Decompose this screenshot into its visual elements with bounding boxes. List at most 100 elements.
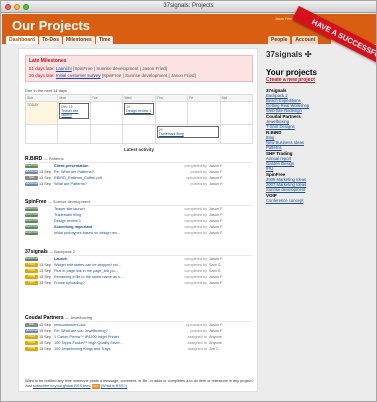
calendar-cell — [219, 124, 254, 144]
activity-action: posted by — [190, 329, 207, 333]
your-projects-heading: Your projects — [266, 68, 317, 77]
late-milestone-link[interactable]: Launch! — [56, 66, 72, 71]
calendar-milestone-link[interactable]: Teaser site launch — [61, 109, 86, 117]
calendar-cell: 20 Design review 1 — [122, 101, 156, 126]
sidebar-project-link[interactable]: Web Site Redesign — [266, 108, 374, 113]
activity-action: completed by — [184, 263, 207, 267]
sidebar-project-link[interactable]: Conference concept — [266, 198, 374, 203]
tab-milestones[interactable]: Milestones — [62, 36, 95, 44]
activity-action: assigned to — [187, 335, 207, 339]
late-days: 51 days late: — [29, 66, 55, 71]
tab-dashboard[interactable]: Dashboard — [6, 36, 39, 44]
activity-link[interactable]: 100 Jewelboxing Kings and Trays — [54, 347, 172, 351]
tab-people[interactable]: People — [268, 36, 291, 44]
activity-author: Jason F. — [209, 257, 224, 261]
type-badge: FILE — [25, 323, 38, 327]
type-badge: TODO — [25, 275, 38, 279]
activity-action: completed by — [184, 225, 207, 229]
calendar-cell — [24, 124, 59, 144]
activity-link[interactable]: Re: What are you Jewelboxing? — [54, 329, 172, 333]
activity-action: completed by — [184, 275, 207, 279]
activity-date: 15 Sep — [39, 347, 52, 351]
type-badge: TODO — [25, 263, 38, 267]
group-name[interactable]: SpinFree — [25, 199, 46, 205]
activity-link[interactable]: Re: What are Patterns? — [54, 170, 172, 174]
activity-date: 13 Sep — [39, 263, 52, 267]
activity-date: 13 Sep — [39, 275, 52, 279]
group-heading: SpinFree — Sunrise development — [25, 199, 253, 206]
type-badge: TODO — [25, 269, 38, 273]
activity-link[interactable]: 1 Canon Pixma™ iP4200 Inkjet Printer — [54, 335, 172, 339]
activity-date: 15 Sep — [39, 323, 52, 327]
activity-link[interactable]: Initial prototypes based on design rev..… — [54, 231, 172, 235]
group-heading: R.BIRD — Patterns — [25, 156, 253, 163]
sidebar-project-link[interactable]: IRU — [266, 166, 374, 171]
calendar-day-header: Thu — [154, 93, 189, 103]
dashboard-main: Late Milestones 51 days late: Launch! [S… — [18, 48, 258, 392]
activity-link[interactable]: Client presentation — [54, 164, 172, 168]
activity-link[interactable]: What are Patterns? — [54, 182, 172, 186]
calendar-cell: Dec 18 Teaser site launch — [57, 101, 91, 126]
activity-group-37signals: 37signals — Backpack 2 MILESTONE Launch co… — [25, 249, 253, 286]
activity-link[interactable]: Something important — [54, 225, 172, 229]
create-project-link[interactable]: Create a new project — [266, 77, 315, 83]
rss-icon[interactable]: RSS — [91, 384, 100, 389]
browser-window: 37signals: Projects Our Projects Jason F… — [0, 0, 377, 402]
group-name[interactable]: R.BIRD — [25, 156, 42, 162]
rss-notice: Want to be notified any time someone pos… — [25, 379, 255, 389]
activity-author: Sam S. — [209, 269, 222, 273]
activity-action: uploaded by — [186, 323, 207, 327]
sidebar-project-link[interactable]: Sunrise development — [266, 187, 374, 192]
calendar-milestone-link[interactable]: Trademark filing — [159, 132, 217, 136]
type-badge: MILESTONE — [25, 207, 40, 211]
type-badge: MILESTONE — [25, 213, 40, 217]
activity-author: Anyone — [209, 335, 222, 339]
activity-link[interactable]: Renaming a file to the same name as s... — [54, 275, 172, 279]
type-badge: MILESTONE — [25, 164, 40, 168]
activity-author: Jason F. — [209, 231, 224, 235]
tab-time[interactable]: Time — [95, 36, 114, 44]
activity-link[interactable]: newcustomers.doc — [54, 323, 172, 327]
sidebar-project-link[interactable]: Patterns — [266, 145, 374, 150]
calendar-cell-today: TODAY — [24, 101, 59, 126]
activity-row: TODO 15 Sep 100 Jewelboxing Kings and Tray… — [25, 346, 253, 352]
activity-author: Jason F. — [209, 329, 224, 333]
type-badge: MILESTONE — [25, 225, 40, 229]
activity-action: completed by — [184, 257, 207, 261]
activity-link[interactable]: RBIRD_Patterns_Coffee.pdf — [54, 176, 172, 180]
activity-action: completed by — [184, 164, 207, 168]
type-badge: MESSAGE — [25, 182, 38, 186]
activity-author: Jason F. — [209, 176, 224, 180]
tab-todos[interactable]: To-Dos — [39, 36, 62, 44]
activity-author: Jason F. — [209, 182, 224, 186]
activity-author: Jim C. — [209, 347, 220, 351]
activity-link[interactable]: Plus in page link in the page_link po... — [54, 269, 172, 273]
latest-activity-heading: Latest activity — [123, 147, 154, 152]
rss-help-link[interactable]: (What is RSS?) — [101, 384, 127, 388]
rss-subscribe-link[interactable]: subscribe to your global RSS feed — [33, 384, 90, 388]
activity-author: Jason F. — [209, 207, 224, 211]
activity-link[interactable]: Teaser site launch — [54, 207, 172, 211]
activity-action: completed by — [184, 213, 207, 217]
group-name[interactable]: Coudal Partners — [25, 315, 64, 321]
sidebar-project-link[interactable]: T-Shirt Designs — [266, 124, 374, 129]
activity-link[interactable]: Trademark filing — [54, 213, 172, 217]
activity-link[interactable]: Frame uploading? — [54, 281, 172, 285]
late-milestone-link[interactable]: Initial customer survey — [56, 73, 101, 78]
window-title: 37signals: Projects — [163, 3, 214, 9]
calendar-cell — [187, 101, 221, 126]
tab-account[interactable]: Account — [292, 36, 319, 44]
calendar-day-header: Tue — [89, 93, 124, 103]
due-soon-heading: Due in the next 14 days — [25, 88, 68, 93]
activity-author: Jason F. — [209, 281, 224, 285]
group-name[interactable]: 37signals — [25, 249, 48, 255]
calendar-cell — [154, 101, 189, 126]
calendar-milestone-link[interactable]: Design review 1 — [126, 109, 151, 113]
late-days: 30 days late: — [29, 73, 55, 78]
activity-link[interactable]: Widget edit states can be dropped onl... — [54, 263, 172, 267]
activity-link[interactable]: Design review 1 — [54, 219, 172, 223]
type-badge: TODO — [25, 341, 38, 345]
activity-link[interactable]: 100 Topps Fuskin™ High Quality Silver... — [54, 341, 172, 345]
activity-group-spinfree: SpinFree — Sunrise development MILESTONE… — [25, 199, 253, 236]
activity-link[interactable]: Launch — [54, 257, 172, 261]
